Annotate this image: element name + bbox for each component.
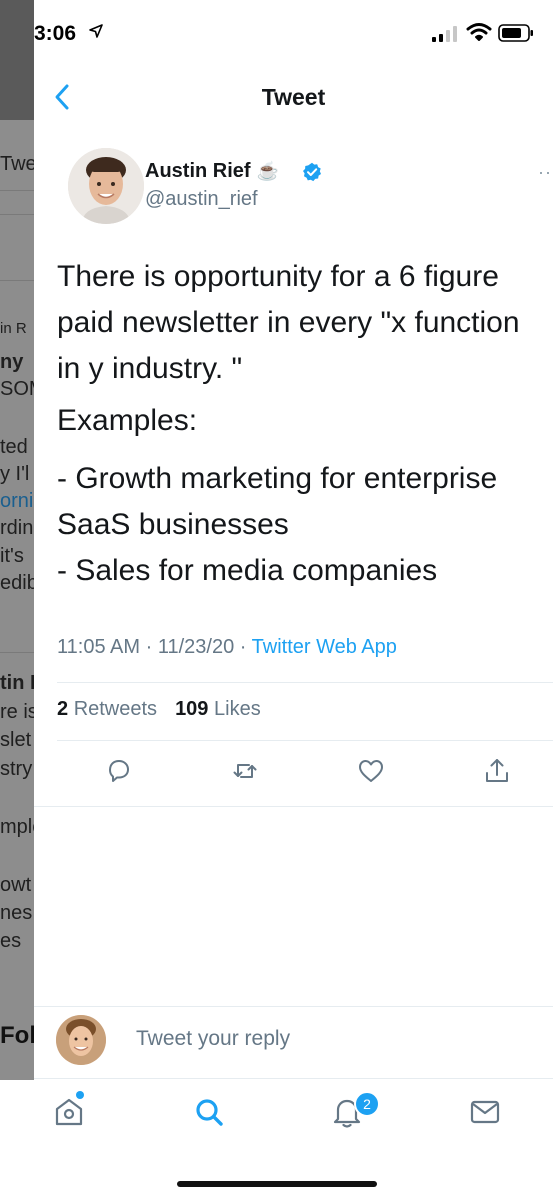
avatar-image: [68, 148, 144, 224]
likes-label: Likes: [214, 698, 261, 720]
share-icon[interactable]: [482, 756, 512, 786]
wifi-icon: [466, 23, 492, 41]
battery-icon: [498, 24, 533, 42]
verified-badge-icon: [303, 162, 321, 182]
reply-input[interactable]: Tweet your reply: [136, 1027, 290, 1051]
location-arrow-icon: [89, 24, 103, 38]
background-text: SOM: [0, 378, 34, 400]
tweet-line: paid newsletter in every "x function: [57, 306, 520, 339]
background-text: owt: [0, 874, 32, 896]
background-divider: [0, 280, 34, 281]
background-text: mple: [0, 816, 34, 838]
background-text: in R: [0, 320, 27, 337]
page-title: Tweet: [261, 84, 326, 110]
top-nav: Tweet: [34, 70, 553, 126]
likes-count: 109: [175, 698, 209, 720]
tweet-detail-sheet: 3:06 Tweet Austin Rief ☕ @austin_rief ··…: [34, 0, 553, 1200]
retweets-stat[interactable]: 2 Retweets: [57, 698, 157, 720]
coffee-emoji: ☕: [256, 161, 279, 181]
retweets-label: Retweets: [73, 698, 158, 720]
author-avatar[interactable]: [68, 148, 144, 224]
background-text: nes: [0, 902, 33, 924]
status-time: 3:06: [34, 22, 77, 45]
divider: [57, 740, 553, 741]
tweet-source-link[interactable]: Twitter Web App: [252, 636, 397, 658]
tweet-actions: [34, 752, 553, 796]
tweet-author[interactable]: Austin Rief ☕ @austin_rief ··: [34, 148, 553, 228]
status-bar: 3:06: [34, 0, 553, 60]
home-indicator: [177, 1181, 377, 1187]
cellular-signal-icon: [432, 26, 457, 42]
background-header: [0, 0, 34, 120]
home-new-indicator: [76, 1091, 84, 1099]
divider: [57, 682, 553, 683]
retweets-count: 2: [57, 698, 69, 720]
background-divider: [0, 652, 34, 653]
more-options-icon[interactable]: ··: [538, 162, 552, 183]
meta-separator: ·: [239, 636, 247, 658]
bottom-tab-bar: 2: [34, 1078, 553, 1159]
background-text: rdin: [0, 517, 34, 539]
meta-separator: ·: [145, 636, 153, 658]
background-text: orni: [0, 490, 34, 512]
user-avatar: [56, 1015, 106, 1065]
tweet-stats: 2 Retweets 109 Likes: [57, 698, 261, 721]
search-icon[interactable]: [192, 1095, 226, 1129]
background-text: ted: [0, 436, 28, 458]
background-text: stry: [0, 758, 33, 780]
background-divider: [0, 190, 34, 191]
tweet-line: in y industry. ": [57, 352, 243, 385]
likes-stat[interactable]: 109 Likes: [175, 698, 261, 720]
background-text: tin F: [0, 672, 34, 694]
background-text: ny: [0, 351, 24, 373]
reply-composer[interactable]: Tweet your reply: [34, 1006, 553, 1077]
background-text: slet: [0, 729, 32, 751]
tweet-meta: 11:05 AM · 11/23/20 · Twitter Web App: [57, 636, 397, 659]
background-text: es: [0, 930, 22, 952]
tweet-example-line: - Sales for media companies: [57, 554, 438, 587]
divider: [34, 806, 553, 807]
tweet-time: 11:05 AM: [57, 636, 141, 658]
background-text: edib: [0, 572, 34, 594]
like-icon[interactable]: [356, 756, 386, 786]
background-text: y I'l: [0, 463, 30, 485]
avatar-image: [56, 1015, 106, 1065]
background-text: re is: [0, 701, 34, 723]
background-text: it's: [0, 545, 24, 567]
tweet-example-line: SaaS businesses: [57, 508, 289, 541]
tweet-date: 11/23/20: [157, 636, 235, 658]
tweet-text: There is opportunity for a 6 figure paid…: [57, 254, 547, 594]
background-follow-text: Foll: [0, 1022, 34, 1049]
tweet-example-line: - Growth marketing for enterprise: [57, 462, 498, 495]
author-name[interactable]: Austin Rief ☕: [145, 160, 279, 183]
background-divider: [0, 214, 34, 215]
reply-icon[interactable]: [104, 756, 134, 786]
author-handle[interactable]: @austin_rief: [145, 188, 258, 211]
author-name-text: Austin Rief: [145, 160, 251, 182]
retweet-icon[interactable]: [230, 756, 260, 786]
background-screen: Twe in R ny SOM ted y I'l orni rdin it's…: [0, 0, 34, 1080]
background-text: Twe: [0, 153, 34, 175]
tweet-examples-heading: Examples:: [57, 404, 198, 437]
tweet-line: There is opportunity for a 6 figure: [57, 260, 499, 293]
messages-icon[interactable]: [468, 1095, 502, 1129]
home-icon[interactable]: [52, 1095, 86, 1129]
notification-badge: 2: [354, 1091, 380, 1117]
